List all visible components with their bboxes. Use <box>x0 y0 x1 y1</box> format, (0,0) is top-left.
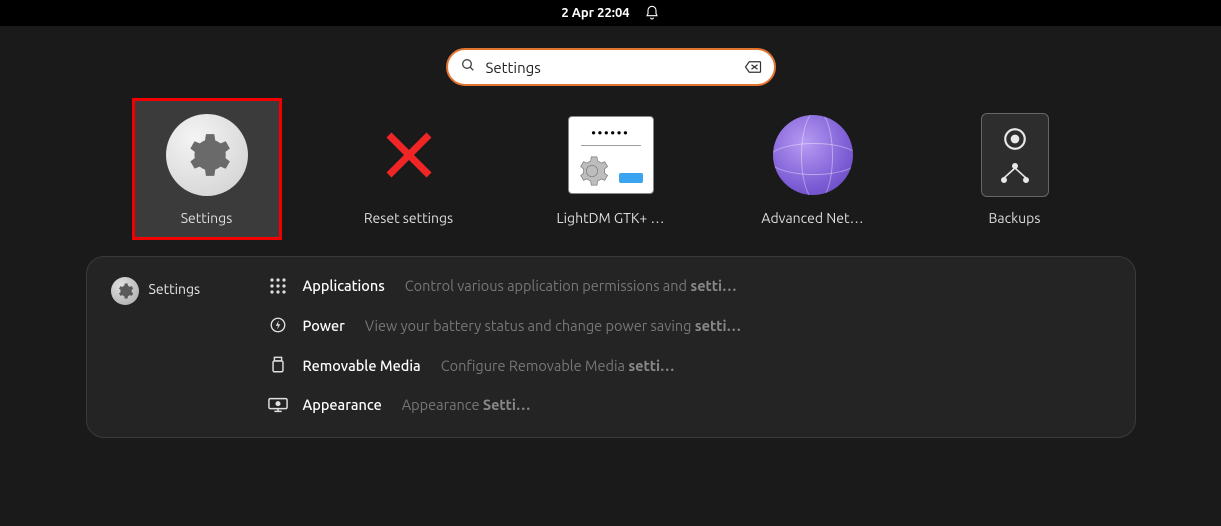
usb-drive-icon <box>267 356 289 374</box>
app-reset-settings[interactable]: Reset settings <box>344 112 474 226</box>
app-label: LightDM GTK+ … <box>557 210 665 226</box>
search-input[interactable] <box>486 59 734 76</box>
result-title: Applications <box>303 277 385 294</box>
result-desc: Configure Removable Media setti… <box>441 357 675 374</box>
lightdm-icon: •••••• <box>568 112 654 198</box>
result-desc: Appearance Setti… <box>402 396 531 413</box>
app-label: Reset settings <box>364 210 453 226</box>
app-lightdm-settings[interactable]: •••••• LightDM GTK+ … <box>546 112 676 226</box>
result-desc: Control various application permissions … <box>405 277 737 294</box>
results-list: Applications Control various application… <box>267 277 1111 413</box>
reset-icon <box>366 112 452 198</box>
app-label: Settings <box>181 210 233 226</box>
grid-icon <box>267 278 289 294</box>
result-desc: View your battery status and change powe… <box>365 317 741 334</box>
backups-icon <box>972 112 1058 198</box>
result-title: Power <box>303 317 345 334</box>
app-label: Backups <box>989 210 1041 226</box>
results-source-label: Settings <box>149 277 201 297</box>
app-label: Advanced Net… <box>761 210 863 226</box>
display-icon <box>267 397 289 413</box>
result-title: Removable Media <box>303 357 421 374</box>
clock-area[interactable]: 2 Apr 22:04 <box>561 5 659 21</box>
app-advanced-network[interactable]: Advanced Net… <box>748 112 878 226</box>
power-icon <box>267 316 289 334</box>
clear-search-icon[interactable] <box>744 60 762 74</box>
results-source[interactable]: Settings <box>111 277 241 413</box>
app-results-row: Settings Reset settings •••••• LightDM G… <box>0 112 1221 226</box>
search-box[interactable] <box>446 48 776 86</box>
app-backups[interactable]: Backups <box>950 112 1080 226</box>
settings-results-panel: Settings Applications Control various ap… <box>86 256 1136 438</box>
settings-icon <box>164 112 250 198</box>
result-title: Appearance <box>303 396 382 413</box>
result-power[interactable]: Power View your battery status and chang… <box>267 316 1111 334</box>
result-appearance[interactable]: Appearance Appearance Setti… <box>267 396 1111 413</box>
app-settings[interactable]: Settings <box>142 112 272 226</box>
advanced-network-icon <box>770 112 856 198</box>
search-icon <box>460 57 476 77</box>
top-bar: 2 Apr 22:04 <box>0 0 1221 26</box>
datetime-label: 2 Apr 22:04 <box>561 6 629 20</box>
gear-icon <box>111 277 139 305</box>
notifications-icon[interactable] <box>644 5 660 21</box>
result-removable-media[interactable]: Removable Media Configure Removable Medi… <box>267 356 1111 374</box>
result-applications[interactable]: Applications Control various application… <box>267 277 1111 294</box>
